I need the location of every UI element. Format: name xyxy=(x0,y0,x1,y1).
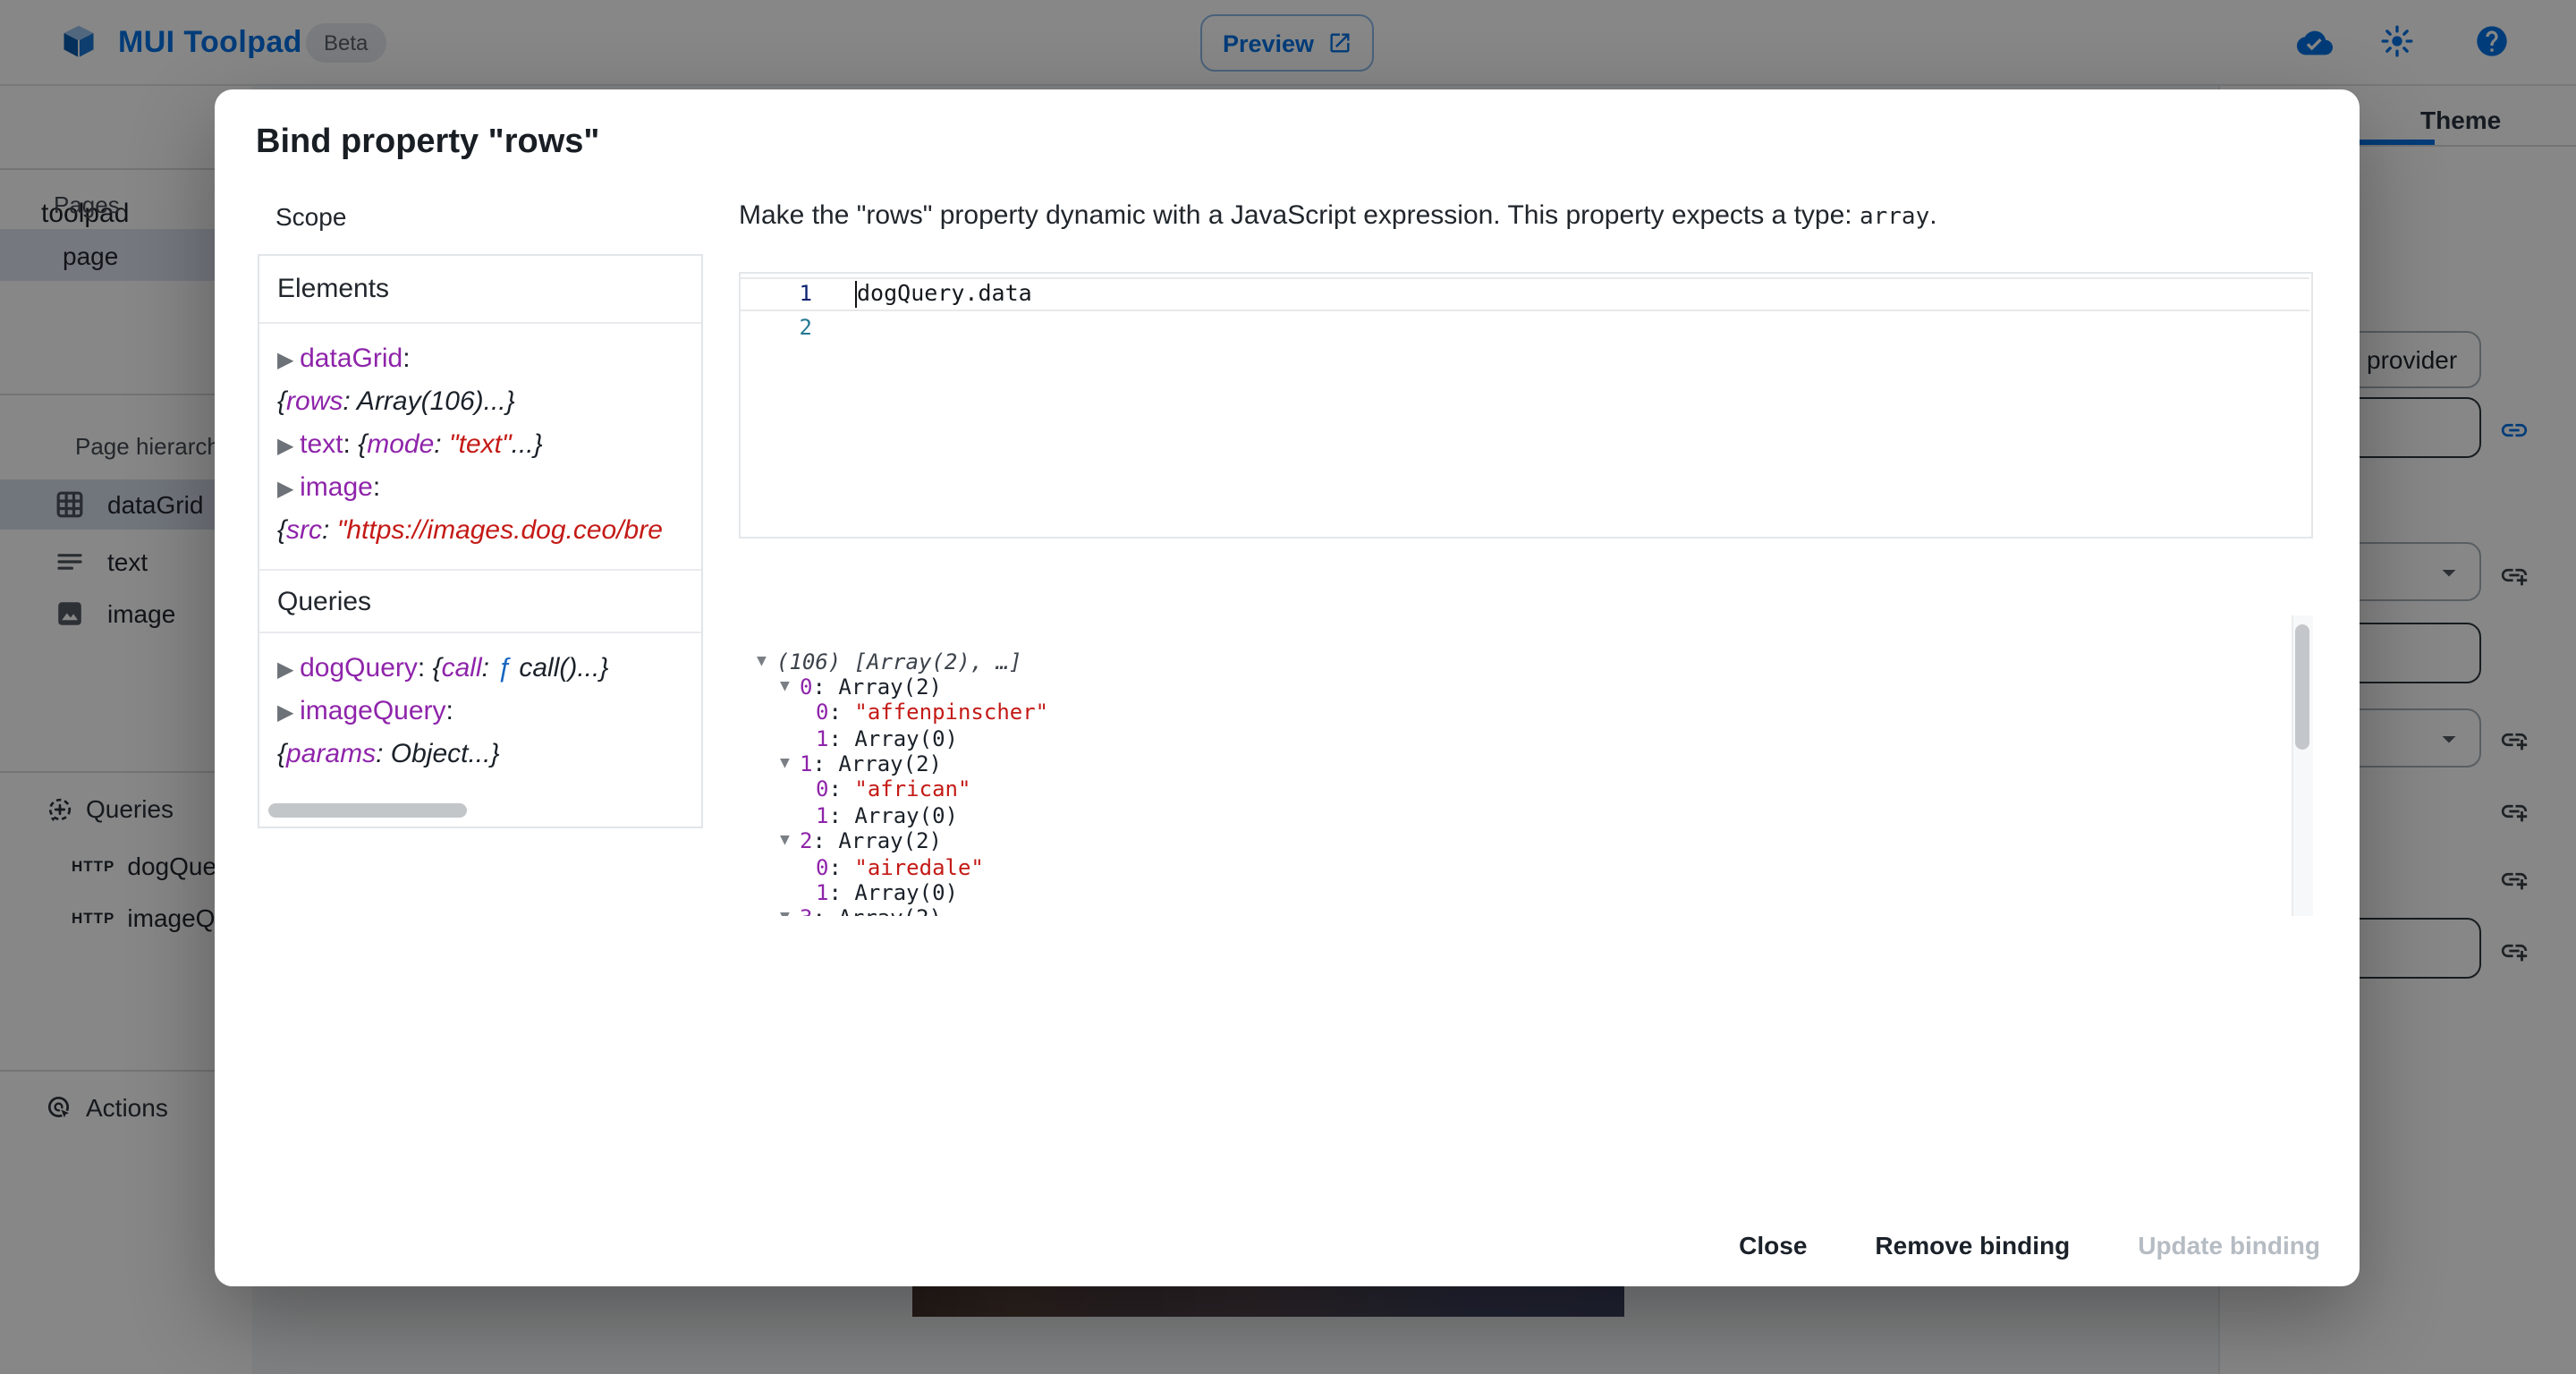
scope-tree-item[interactable]: ▶ imageQuery: {params: Object...} xyxy=(277,691,691,776)
result-tree-row[interactable]: ▼(106) [Array(2), …] xyxy=(739,649,2313,674)
scope-panel: Elements ▶ dataGrid: {rows: Array(106)..… xyxy=(258,254,703,828)
editor-code: dogQuery.data xyxy=(857,277,1032,310)
result-tree-row[interactable]: ▼2: Array(2) xyxy=(739,828,2313,854)
queries-header: Queries xyxy=(259,569,701,633)
js-expression-editor[interactable]: 1 2 dogQuery.data xyxy=(739,272,2313,539)
result-tree-row: 1: Array(0) xyxy=(739,803,2313,829)
scope-tree-item[interactable]: ▶ text: {mode: "text"...} xyxy=(277,424,691,467)
line-number-1: 1 xyxy=(741,277,812,310)
collapse-triangle-icon[interactable]: ▼ xyxy=(780,751,800,777)
dialog-title: Bind property "rows" xyxy=(256,123,599,163)
elements-tree[interactable]: ▶ dataGrid: {rows: Array(106)...}▶ text:… xyxy=(259,324,701,569)
close-button[interactable]: Close xyxy=(1732,1227,1814,1263)
update-binding-button[interactable]: Update binding xyxy=(2131,1227,2327,1263)
bind-property-dialog: Bind property "rows" Scope Elements ▶ da… xyxy=(215,89,2360,1286)
result-tree-row: 1: Array(0) xyxy=(739,725,2313,751)
scope-tree-item[interactable]: ▶ image: {src: "https://images.dog.ceo/b… xyxy=(277,467,691,553)
remove-binding-button[interactable]: Remove binding xyxy=(1868,1227,2077,1263)
horizontal-scrollbar[interactable] xyxy=(268,803,467,818)
description-text: Make the "rows" property dynamic with a … xyxy=(739,200,1860,231)
result-json-tree[interactable]: ▼(106) [Array(2), …]▼0: Array(2)0: "affe… xyxy=(739,615,2313,916)
result-tree-row[interactable]: ▼1: Array(2) xyxy=(739,751,2313,777)
line-number-2: 2 xyxy=(741,310,812,344)
result-tree-row: 0: "affenpinscher" xyxy=(739,700,2313,726)
result-tree-row[interactable]: ▼3: Array(2) xyxy=(739,906,2313,916)
collapse-triangle-icon[interactable]: ▼ xyxy=(757,649,776,674)
elements-header: Elements xyxy=(259,256,701,324)
collapse-triangle-icon[interactable]: ▼ xyxy=(780,828,800,854)
text-cursor xyxy=(854,281,857,308)
queries-tree[interactable]: ▶ dogQuery: {call: ƒ call()...}▶ imageQu… xyxy=(259,633,701,793)
dialog-description: Make the "rows" property dynamic with a … xyxy=(739,200,2313,231)
result-tree-row: 0: "african" xyxy=(739,777,2313,803)
result-tree-row: 1: Array(0) xyxy=(739,880,2313,906)
collapse-triangle-icon[interactable]: ▼ xyxy=(780,674,800,700)
scope-tree-item[interactable]: ▶ dogQuery: {call: ƒ call()...} xyxy=(277,648,691,691)
screen: MUI Toolpad Beta Preview toolpad Pages p… xyxy=(0,0,2576,1374)
result-tree-row[interactable]: ▼0: Array(2) xyxy=(739,674,2313,700)
vertical-scrollbar-thumb[interactable] xyxy=(2295,624,2309,750)
collapse-triangle-icon[interactable]: ▼ xyxy=(780,906,800,916)
scope-label: Scope xyxy=(275,202,346,231)
scope-tree-item[interactable]: ▶ dataGrid: {rows: Array(106)...} xyxy=(277,338,691,424)
dialog-actions: Close Remove binding Update binding xyxy=(1732,1227,2327,1263)
description-period: . xyxy=(1929,200,1936,231)
type-token: array xyxy=(1860,204,1929,231)
result-tree-row: 0: "airedale" xyxy=(739,854,2313,880)
expression-result-panel: ▼(106) [Array(2), …]▼0: Array(2)0: "affe… xyxy=(739,615,2313,916)
